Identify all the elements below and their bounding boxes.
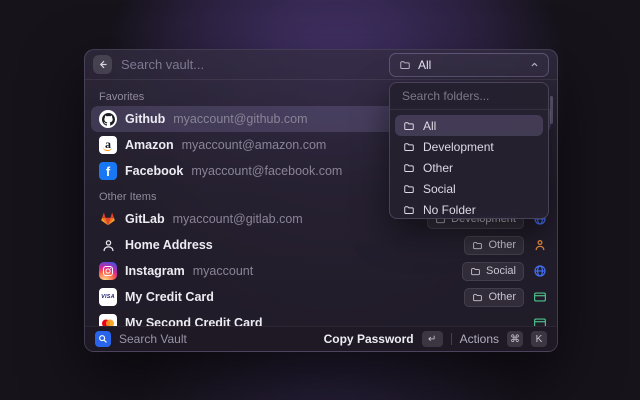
folder-icon bbox=[403, 183, 415, 195]
person-icon bbox=[99, 236, 117, 254]
scrollbar-thumb[interactable] bbox=[550, 96, 553, 124]
item-subtitle: myaccount@amazon.com bbox=[182, 138, 327, 152]
folder-filter-value: All bbox=[418, 58, 523, 72]
folder-icon bbox=[403, 120, 415, 132]
footer-bar: Search Vault Copy Password ↵ Actions ⌘ K bbox=[85, 326, 557, 351]
facebook-logo-icon: f bbox=[99, 162, 117, 180]
command-key-icon: ⌘ bbox=[507, 331, 523, 347]
chevron-up-icon bbox=[530, 60, 539, 69]
globe-icon bbox=[532, 264, 547, 279]
folder-option-other[interactable]: Other bbox=[395, 157, 543, 178]
back-button[interactable] bbox=[93, 55, 112, 74]
folder-icon bbox=[472, 240, 483, 251]
visa-card-icon: VISA bbox=[99, 288, 117, 306]
search-icon bbox=[95, 331, 111, 347]
item-title: Github bbox=[125, 112, 165, 126]
credit-card-icon bbox=[532, 316, 547, 327]
footer-app-name: Search Vault bbox=[119, 332, 316, 346]
person-icon bbox=[532, 238, 547, 253]
folder-badge: Other bbox=[464, 236, 524, 255]
folder-icon bbox=[472, 292, 483, 303]
item-title: My Credit Card bbox=[125, 290, 214, 304]
k-key-icon: K bbox=[531, 331, 547, 347]
folder-dropdown-panel: Search folders... All Development Other … bbox=[389, 82, 549, 219]
item-subtitle: myaccount@gitlab.com bbox=[173, 212, 303, 226]
item-subtitle: myaccount@github.com bbox=[173, 112, 307, 126]
list-item-my-second-credit-card[interactable]: My Second Credit Card bbox=[91, 310, 551, 326]
credit-card-icon bbox=[532, 290, 547, 305]
gitlab-logo-icon bbox=[99, 210, 117, 228]
vault-search-window: Search vault... All Favorites Github mya… bbox=[84, 49, 558, 352]
folder-search-input[interactable]: Search folders... bbox=[390, 83, 548, 110]
search-input[interactable]: Search vault... bbox=[121, 57, 380, 72]
footer-divider bbox=[451, 333, 452, 345]
item-title: Facebook bbox=[125, 164, 183, 178]
folder-option-all[interactable]: All bbox=[395, 115, 543, 136]
header-bar: Search vault... All bbox=[85, 50, 557, 80]
item-title: Instagram bbox=[125, 264, 185, 278]
item-title: My Second Credit Card bbox=[125, 316, 263, 326]
mastercard-icon bbox=[99, 314, 117, 326]
arrow-left-icon bbox=[97, 59, 108, 70]
return-key-icon: ↵ bbox=[422, 331, 443, 347]
desktop-background: Search vault... All Favorites Github mya… bbox=[0, 0, 640, 400]
item-title: Home Address bbox=[125, 238, 213, 252]
amazon-logo-icon: a bbox=[99, 136, 117, 154]
folder-option-no-folder[interactable]: No Folder bbox=[395, 199, 543, 220]
folder-option-social[interactable]: Social bbox=[395, 178, 543, 199]
item-title: GitLab bbox=[125, 212, 165, 226]
folder-filter-dropdown-button[interactable]: All bbox=[389, 53, 549, 77]
github-logo-icon bbox=[99, 110, 117, 128]
folder-icon bbox=[399, 59, 411, 71]
list-item-my-credit-card[interactable]: VISA My Credit Card Other bbox=[91, 284, 551, 310]
folder-icon bbox=[403, 141, 415, 153]
instagram-logo-icon bbox=[99, 262, 117, 280]
item-subtitle: myaccount bbox=[193, 264, 253, 278]
folder-options-list: All Development Other Social No Folder bbox=[390, 110, 548, 225]
folder-icon bbox=[470, 266, 481, 277]
folder-icon bbox=[403, 162, 415, 174]
actions-button[interactable]: Actions ⌘ K bbox=[460, 331, 547, 347]
item-subtitle: myaccount@facebook.com bbox=[191, 164, 342, 178]
list-item-home-address[interactable]: Home Address Other bbox=[91, 232, 551, 258]
folder-icon bbox=[403, 204, 415, 216]
folder-badge: Social bbox=[462, 262, 524, 281]
list-item-instagram[interactable]: Instagram myaccount Social bbox=[91, 258, 551, 284]
folder-badge: Other bbox=[464, 288, 524, 307]
folder-option-development[interactable]: Development bbox=[395, 136, 543, 157]
item-title: Amazon bbox=[125, 138, 174, 152]
copy-password-button[interactable]: Copy Password ↵ bbox=[324, 331, 443, 347]
